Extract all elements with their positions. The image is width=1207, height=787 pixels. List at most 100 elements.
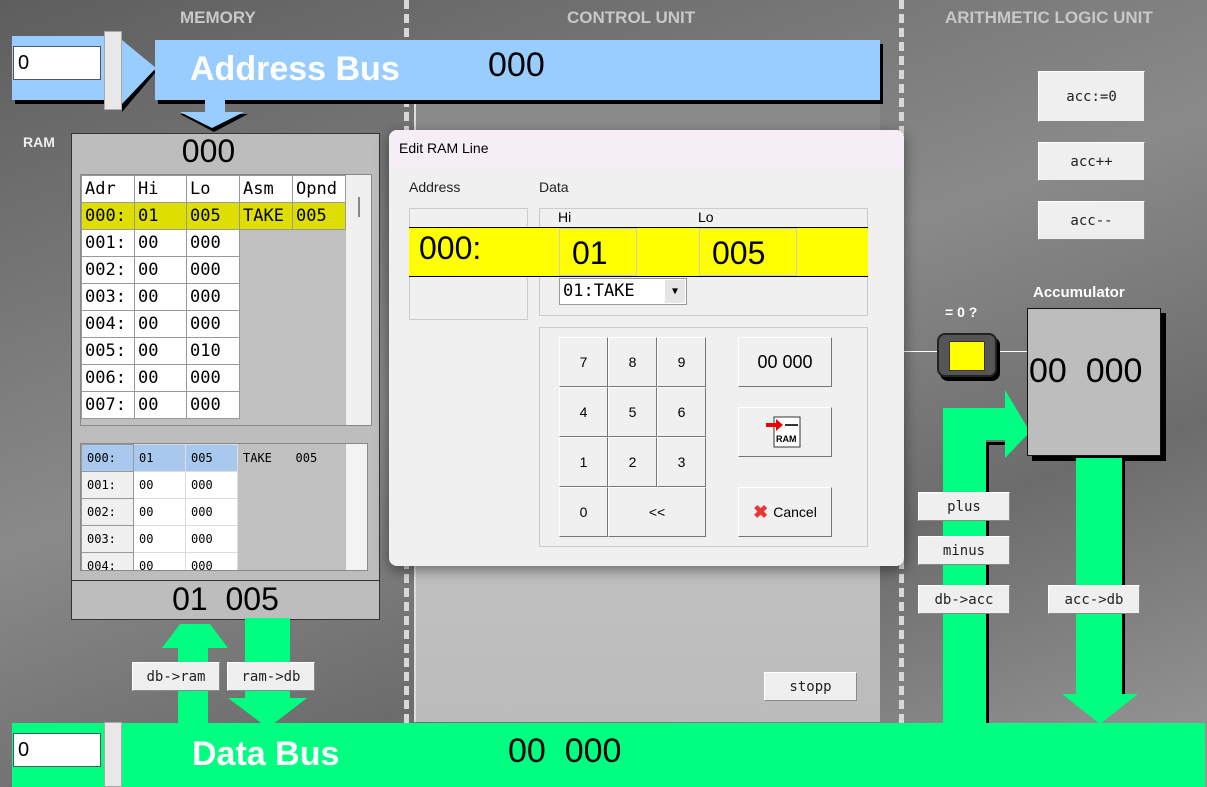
ram-adr: 006: — [81, 364, 135, 392]
ram-hi[interactable]: 00 — [133, 471, 186, 499]
address-bus-input[interactable] — [13, 46, 101, 80]
col-asm[interactable]: Asm — [239, 175, 293, 203]
ram-row[interactable]: 003: 00 000 — [81, 283, 346, 311]
ram-row[interactable]: 006: 00 000 — [81, 364, 346, 392]
ram-hi[interactable]: 00 — [133, 498, 186, 526]
ram-asm — [239, 364, 293, 392]
ram-opnd — [292, 283, 346, 311]
col-adr[interactable]: Adr — [81, 175, 135, 203]
ram-opnd — [292, 337, 346, 365]
ram-lo[interactable]: 000 — [186, 364, 240, 392]
ram-lo[interactable]: 000 — [186, 256, 240, 284]
ram-lo[interactable]: 000 — [185, 498, 238, 526]
ram-row[interactable]: 000: 01 005 TAKE 005 — [81, 202, 346, 230]
db-to-ram-button[interactable]: db->ram — [132, 662, 220, 691]
address-bus-value: 000 — [488, 46, 545, 84]
ram-asm — [237, 498, 291, 526]
ram-lo[interactable]: 000 — [185, 552, 238, 570]
ram-row[interactable]: 001: 00 000 — [81, 471, 333, 499]
address-value: 000: — [419, 230, 482, 266]
ram-opnd — [290, 471, 333, 499]
ram-adr: 001: — [81, 229, 135, 257]
plus-button[interactable]: plus — [918, 492, 1010, 521]
ram-hi[interactable]: 00 — [134, 229, 187, 257]
ram-row[interactable]: 004: 00 000 — [81, 552, 333, 570]
address-bus-handle[interactable] — [104, 31, 122, 110]
ram-lo[interactable]: 010 — [186, 337, 240, 365]
ram-hi[interactable]: 01 — [133, 444, 186, 472]
backspace-key[interactable]: << — [608, 487, 706, 537]
ram-adr: 005: — [81, 337, 135, 365]
data-label: Data — [539, 179, 569, 195]
ram-to-db-button[interactable]: ram->db — [227, 662, 315, 691]
ram-lo[interactable]: 000 — [186, 391, 240, 419]
minus-button[interactable]: minus — [918, 536, 1010, 565]
key-9[interactable]: 9 — [657, 337, 706, 387]
ram-hi[interactable]: 00 — [134, 391, 187, 419]
ram-row[interactable]: 004: 00 000 — [81, 310, 346, 338]
col-opnd[interactable]: Opnd — [292, 175, 346, 203]
key-3[interactable]: 3 — [657, 437, 706, 487]
ram-lo[interactable]: 000 — [186, 229, 240, 257]
ram-table-scrollbar[interactable] — [346, 175, 371, 425]
ram-lo[interactable]: 000 — [185, 471, 238, 499]
col-hi[interactable]: Hi — [134, 175, 187, 203]
col-lo[interactable]: Lo — [186, 175, 240, 203]
ram-hi[interactable]: 00 — [133, 525, 186, 553]
ram-row[interactable]: 001: 00 000 — [81, 229, 346, 257]
lo-label: Lo — [698, 209, 714, 225]
ram-adr: 007: — [81, 391, 135, 419]
ram-asm — [237, 471, 291, 499]
acc-decrement-button[interactable]: acc-- — [1038, 201, 1145, 240]
key-0[interactable]: 0 — [559, 487, 608, 537]
key-6[interactable]: 6 — [657, 387, 706, 437]
key-4[interactable]: 4 — [559, 387, 608, 437]
ram-lo[interactable]: 000 — [185, 525, 238, 553]
acc-increment-button[interactable]: acc++ — [1038, 142, 1145, 181]
ram-lo[interactable]: 000 — [186, 283, 240, 311]
acc-to-db-button[interactable]: acc->db — [1048, 585, 1140, 614]
key-7[interactable]: 7 — [559, 337, 608, 387]
ram-lo[interactable]: 000 — [186, 310, 240, 338]
ram-hi[interactable]: 00 — [134, 283, 187, 311]
ram-hi[interactable]: 00 — [134, 364, 187, 392]
ram-row[interactable]: 002: 00 000 — [81, 498, 333, 526]
acc-zero-button[interactable]: acc:=0 — [1038, 71, 1145, 122]
lo-input[interactable]: 005 — [699, 228, 797, 276]
chevron-down-icon[interactable]: ▼ — [665, 280, 685, 303]
ram-opnd — [290, 498, 333, 526]
key-1[interactable]: 1 — [559, 437, 608, 487]
write-to-ram-button[interactable]: RAM — [738, 407, 832, 457]
db-to-acc-button[interactable]: db->acc — [918, 585, 1010, 614]
ram-asm — [239, 337, 293, 365]
key-5[interactable]: 5 — [608, 387, 657, 437]
ram-row[interactable]: 003: 00 000 — [81, 525, 333, 553]
data-bus-input[interactable] — [13, 733, 101, 767]
cancel-button[interactable]: ✖ Cancel — [738, 487, 832, 537]
stop-button[interactable]: stopp — [764, 672, 857, 701]
ram-opnd — [292, 229, 346, 257]
opcode-select[interactable]: 01:TAKE ▼ — [559, 278, 687, 305]
ram-row[interactable]: 005: 00 010 — [81, 337, 346, 365]
ram-hi[interactable]: 00 — [134, 310, 187, 338]
ram-table-2-scrollbar[interactable] — [346, 444, 367, 570]
ram-hi[interactable]: 01 — [134, 202, 187, 230]
key-2[interactable]: 2 — [608, 437, 657, 487]
ram-row[interactable]: 002: 00 000 — [81, 256, 346, 284]
ram-hi[interactable]: 00 — [134, 337, 187, 365]
ram-write-icon: RAM — [766, 416, 801, 448]
hi-input[interactable]: 01 — [559, 228, 637, 276]
ram-adr: 002: — [81, 498, 134, 526]
ram-row[interactable]: 000: 01 005 TAKE 005 — [81, 444, 333, 472]
ram-hi[interactable]: 00 — [133, 552, 186, 570]
ram-hi[interactable]: 00 — [134, 256, 187, 284]
ram-opnd — [292, 364, 346, 392]
data-bus-handle[interactable] — [104, 722, 122, 787]
ram-lo[interactable]: 005 — [186, 202, 240, 230]
key-8[interactable]: 8 — [608, 337, 657, 387]
ram-lo[interactable]: 005 — [185, 444, 238, 472]
ram-row[interactable]: 007: 00 000 — [81, 391, 346, 419]
clear-button[interactable]: 00 000 — [738, 337, 832, 387]
ram-asm — [239, 310, 293, 338]
ram-label: RAM — [23, 134, 55, 150]
